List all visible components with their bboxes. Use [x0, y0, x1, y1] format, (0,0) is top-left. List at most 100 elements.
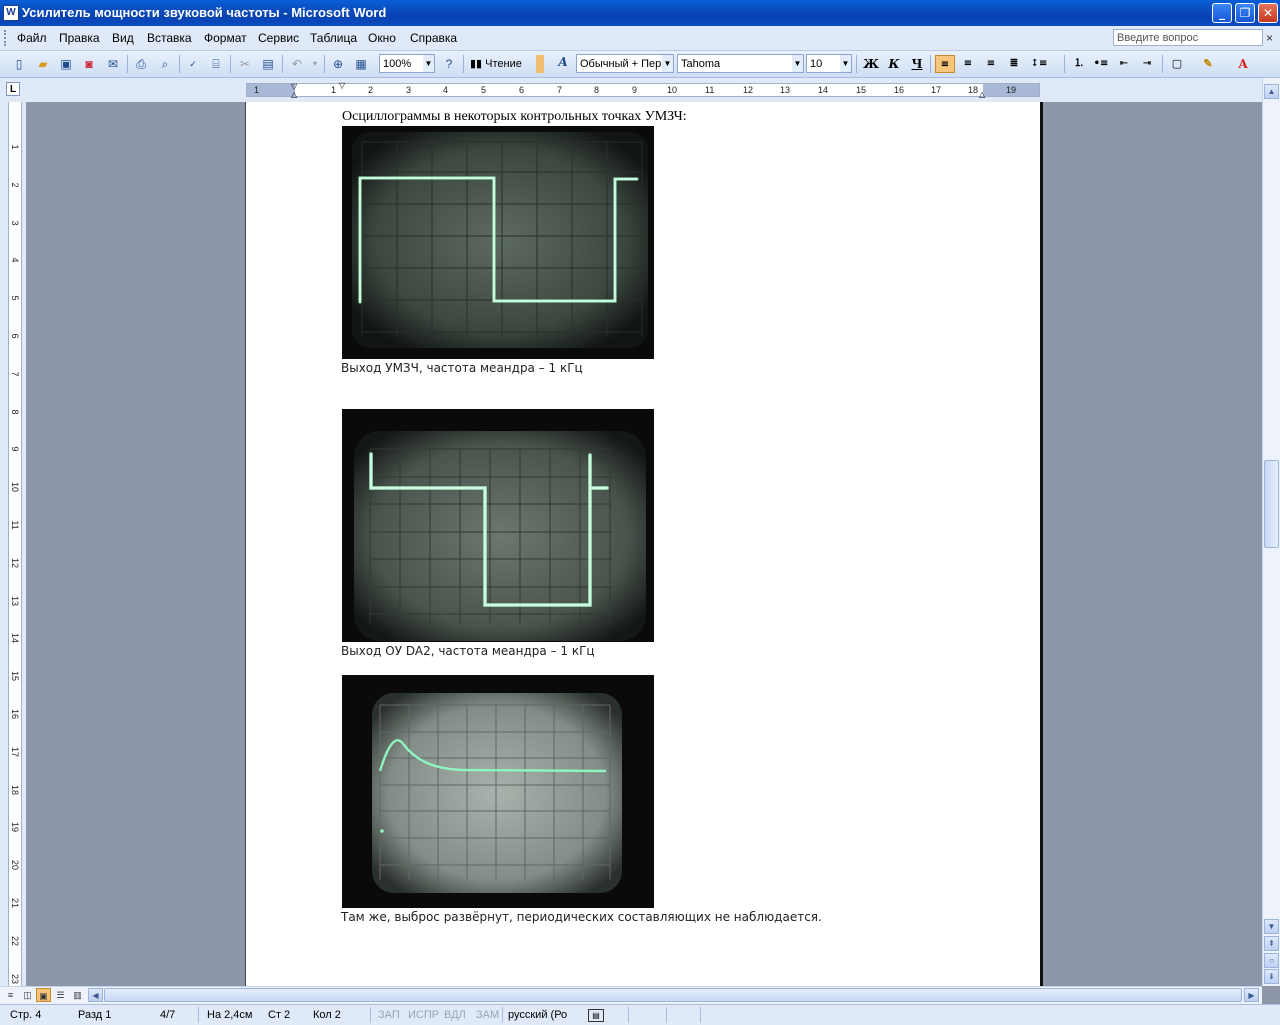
minimize-button[interactable]: _	[1212, 3, 1232, 23]
web-layout-icon[interactable]: ◫	[20, 988, 35, 1002]
cut-icon[interactable]: ✂	[236, 55, 254, 73]
document-heading[interactable]: Осциллограммы в некоторых контрольных то…	[342, 109, 687, 125]
hanging-indent-marker[interactable]: ▽	[339, 81, 345, 90]
line-spacing-icon[interactable]: ↕≡	[1029, 55, 1049, 73]
insert-table-icon[interactable]: ▦	[352, 55, 370, 73]
tab-selector[interactable]: L	[6, 82, 20, 96]
scroll-down-icon[interactable]: ▼	[1264, 919, 1279, 934]
oscillogram-image[interactable]	[342, 675, 654, 908]
new-document-icon[interactable]: ▯	[10, 55, 28, 73]
vertical-ruler[interactable]: 1 2 3 4 5 6 7 8 9 10 11 12 13 14 15 16 17 18 19 20 21 22 23	[0, 102, 26, 986]
undo-dropdown-icon[interactable]: ▾	[306, 55, 324, 73]
word-app-icon[interactable]: W	[3, 5, 19, 21]
save-icon[interactable]: ▣	[57, 55, 75, 73]
styles-pane-icon[interactable]: A	[554, 55, 572, 73]
chevron-down-icon[interactable]: ▼	[662, 55, 673, 72]
oscillogram-image[interactable]	[342, 409, 654, 642]
align-right-icon[interactable]: ≡	[981, 55, 1001, 73]
print-preview-icon[interactable]: ⌕	[156, 55, 174, 73]
status-section[interactable]: Разд 1	[78, 1009, 111, 1021]
vertical-scroll-thumb[interactable]	[1264, 460, 1279, 548]
undo-icon[interactable]: ↶	[288, 55, 306, 73]
status-language[interactable]: русский (Ро	[508, 1009, 567, 1021]
chevron-down-icon[interactable]: ▼	[840, 55, 851, 72]
menu-tools[interactable]: Сервис	[258, 31, 299, 45]
help-icon[interactable]: ?	[440, 55, 458, 73]
menu-grip[interactable]	[4, 30, 9, 46]
justify-icon[interactable]: ≣	[1004, 55, 1024, 73]
align-center-icon[interactable]: ≡	[958, 55, 978, 73]
menu-help[interactable]: Справка	[410, 31, 457, 45]
previous-page-icon[interactable]: ⇞	[1264, 936, 1279, 951]
font-color-icon[interactable]: A	[1233, 55, 1253, 73]
paste-icon[interactable]: ▤	[259, 55, 277, 73]
italic-button[interactable]: К	[884, 55, 904, 73]
scroll-left-icon[interactable]: ◀	[88, 988, 103, 1002]
status-extend-selection[interactable]: ВДЛ	[444, 1009, 466, 1021]
vertical-scrollbar[interactable]: ▲ ▼ ⇞ ○ ⇟	[1262, 78, 1280, 986]
print-icon[interactable]: ⎙	[132, 55, 150, 73]
spelling-status-icon[interactable]: ▤	[588, 1009, 604, 1022]
menu-view[interactable]: Вид	[112, 31, 134, 45]
decrease-indent-icon[interactable]: ⇤	[1114, 55, 1134, 73]
status-page[interactable]: Стр. 4	[10, 1009, 41, 1021]
style-select[interactable]: Обычный + Пер ▼	[576, 54, 674, 73]
increase-indent-icon[interactable]: ⇥	[1137, 55, 1157, 73]
menu-insert[interactable]: Вставка	[147, 31, 192, 45]
toolbar-overflow-handle[interactable]	[536, 55, 544, 73]
outline-view-icon[interactable]: ☰	[53, 988, 68, 1002]
highlight-icon[interactable]: ✎	[1198, 55, 1218, 73]
reading-view-icon[interactable]: ▥	[70, 988, 85, 1002]
spelling-icon[interactable]: ✓	[184, 55, 202, 73]
open-folder-icon[interactable]: ▰	[34, 55, 52, 73]
restore-button[interactable]: ❐	[1235, 3, 1255, 23]
font-select[interactable]: Tahoma ▼	[677, 54, 804, 73]
horizontal-scroll-thumb[interactable]	[104, 988, 1242, 1002]
scroll-right-icon[interactable]: ▶	[1244, 988, 1259, 1002]
bold-button[interactable]: Ж	[861, 55, 881, 73]
figure-caption[interactable]: Там же, выброс развёрнут, периодических …	[341, 910, 822, 924]
status-column[interactable]: Кол 2	[313, 1009, 341, 1021]
reading-mode-button[interactable]: ▮▮ Чтение	[470, 54, 522, 74]
close-button[interactable]: ✕	[1258, 3, 1278, 23]
bulleted-list-icon[interactable]: •≡	[1091, 55, 1111, 73]
menu-table[interactable]: Таблица	[310, 31, 357, 45]
align-left-icon[interactable]: ≡	[935, 55, 955, 73]
menu-window[interactable]: Окно	[368, 31, 396, 45]
permission-icon[interactable]: ◙	[80, 55, 98, 73]
right-indent-marker[interactable]: △	[979, 90, 985, 99]
figure-caption[interactable]: Выход ОУ DA2, частота меандра – 1 кГц	[341, 644, 595, 658]
underline-button[interactable]: Ч	[907, 55, 927, 73]
left-indent-marker[interactable]: △	[291, 90, 297, 99]
status-record-macro[interactable]: ЗАП	[378, 1009, 400, 1021]
oscillogram-image[interactable]	[342, 126, 654, 359]
next-page-icon[interactable]: ⇟	[1264, 969, 1279, 984]
chevron-down-icon[interactable]: ▼	[423, 55, 434, 72]
horizontal-scrollbar[interactable]: ≡ ◫ ▣ ☰ ▥ ◀ ▶	[0, 986, 1262, 1004]
print-layout-icon[interactable]: ▣	[36, 988, 51, 1002]
research-icon[interactable]: ⌸	[207, 55, 225, 73]
status-page-count[interactable]: 4/7	[160, 1009, 175, 1021]
browse-object-icon[interactable]: ○	[1264, 953, 1279, 968]
horizontal-scroll-track[interactable]: ◀ ▶	[88, 988, 1260, 1002]
status-overtype[interactable]: ЗАМ	[476, 1009, 499, 1021]
chevron-down-icon[interactable]: ▼	[792, 55, 803, 72]
email-icon[interactable]: ✉	[104, 55, 122, 73]
menu-file[interactable]: Файл	[17, 31, 47, 45]
borders-icon[interactable]: ▢	[1167, 55, 1187, 73]
horizontal-ruler[interactable]: 1 1 2 3 4 5 6 7 8 9 10 11 12 13 14 15 16…	[246, 81, 1040, 99]
numbered-list-icon[interactable]: ⒈	[1069, 55, 1089, 73]
normal-view-icon[interactable]: ≡	[3, 988, 18, 1002]
status-line[interactable]: Ст 2	[268, 1009, 290, 1021]
scroll-up-icon[interactable]: ▲	[1264, 84, 1279, 99]
status-track-changes[interactable]: ИСПР	[408, 1009, 439, 1021]
menu-edit[interactable]: Правка	[59, 31, 100, 45]
font-size-select[interactable]: 10 ▼	[806, 54, 852, 73]
zoom-select[interactable]: 100% ▼	[379, 54, 435, 73]
close-document-icon[interactable]: ×	[1266, 31, 1273, 45]
ask-question-input[interactable]: Введите вопрос	[1113, 29, 1263, 46]
figure-caption[interactable]: Выход УМЗЧ, частота меандра – 1 кГц	[341, 361, 583, 375]
menu-format[interactable]: Формат	[204, 31, 247, 45]
hyperlink-icon[interactable]: ⊕	[329, 55, 347, 73]
status-position[interactable]: На 2,4см	[207, 1009, 252, 1021]
